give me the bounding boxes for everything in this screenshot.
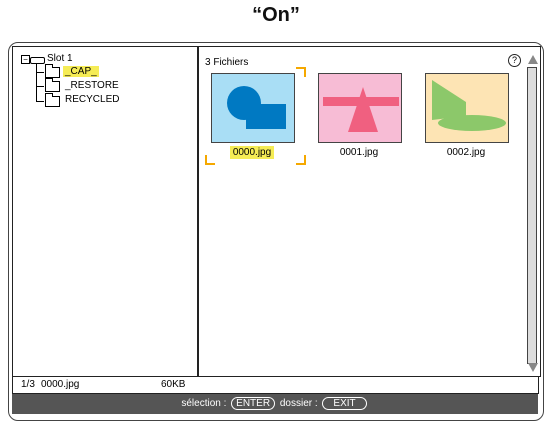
image-preview-icon	[227, 86, 286, 129]
select-hint-label: sélection :	[181, 398, 227, 409]
thumbnail-name: 0000.jpg	[229, 146, 275, 159]
exit-key-button[interactable]: EXIT	[322, 397, 367, 410]
status-filesize: 60KB	[161, 379, 186, 390]
status-filename: 0000.jpg	[41, 379, 80, 390]
folder-hint-label: dossier :	[279, 398, 318, 409]
image-preview-icon	[432, 80, 506, 131]
tree-connector	[36, 64, 37, 102]
file-list-pane[interactable]: 3 Fichiers ? 0000.jpg 0001.jpg 0002.jpg	[197, 46, 541, 377]
collapse-icon[interactable]: −	[21, 55, 30, 64]
focus-corner	[296, 155, 306, 165]
tree-item-recycled[interactable]: RECYCLED	[65, 94, 119, 105]
thumbnail-0000[interactable]	[211, 73, 295, 143]
tree-item-restore[interactable]: _RESTORE	[65, 80, 119, 91]
thumbnail-0001[interactable]	[318, 73, 402, 143]
folder-icon	[45, 78, 60, 92]
status-bar: 1/3 0000.jpg 60KB	[12, 376, 539, 394]
focus-corner	[205, 67, 213, 75]
drive-icon	[30, 57, 45, 64]
page-heading: “On”	[252, 4, 300, 26]
thumbnail-label: 0001.jpg	[318, 147, 400, 158]
scrollbar[interactable]	[527, 67, 537, 364]
tree-connector	[36, 101, 44, 102]
tree-root-label[interactable]: Slot 1	[47, 53, 73, 64]
folder-tree-pane[interactable]: − Slot 1 _CAP_ _RESTORE RECYCLED	[12, 46, 198, 377]
enter-key-button[interactable]: ENTER	[231, 397, 276, 410]
folder-icon	[45, 93, 60, 107]
scroll-down-icon[interactable]	[528, 363, 538, 372]
viewer-window: − Slot 1 _CAP_ _RESTORE RECYCLED 3 Fichi…	[12, 46, 541, 417]
scroll-up-icon[interactable]	[528, 55, 538, 64]
thumbnail-label: 0000.jpg	[211, 146, 293, 159]
thumbnail-label: 0002.jpg	[425, 147, 507, 158]
tree-connector	[36, 72, 44, 73]
image-preview-icon	[323, 87, 399, 132]
tree-connector	[36, 86, 44, 87]
help-icon[interactable]: ?	[508, 54, 521, 67]
tree-item-cap[interactable]: _CAP_	[63, 66, 99, 77]
open-folder-icon	[45, 64, 60, 78]
thumbnail-name: 0001.jpg	[339, 147, 379, 158]
focus-corner	[296, 67, 306, 77]
thumbnail-name: 0002.jpg	[446, 147, 486, 158]
thumbnail-0002[interactable]	[425, 73, 509, 143]
key-help-bar: sélection : ENTER dossier : EXIT	[12, 394, 538, 414]
status-position: 1/3	[21, 379, 35, 390]
